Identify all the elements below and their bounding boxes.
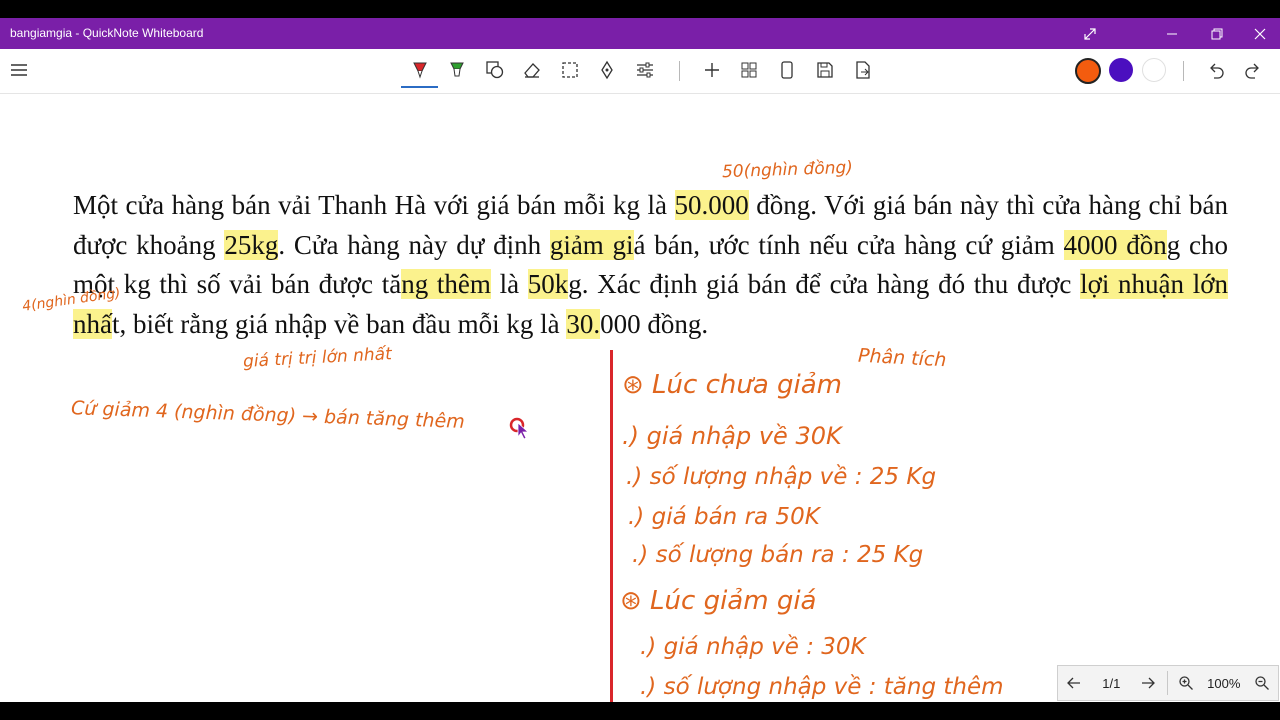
problem-text-segment: á bán, ước tính nếu cửa hàng cứ giảm xyxy=(633,229,1064,260)
hamburger-menu-icon[interactable] xyxy=(4,55,34,85)
handwritten-note: giá trị trị lớn nhất xyxy=(242,344,393,372)
handwritten-note: Cứ giảm 4 (nghìn đồng) → bán tăng thêm xyxy=(70,397,466,433)
active-tool-indicator xyxy=(401,86,438,88)
settings-sliders-icon[interactable] xyxy=(630,55,660,85)
problem-text-segment: 000 đồng. xyxy=(600,308,709,339)
highlighted-text: giảm gi xyxy=(549,229,634,260)
handwritten-note: .) số lượng bán ra : 25 Kg xyxy=(632,542,924,568)
handwritten-note: Phân tích xyxy=(857,344,947,372)
restore-button[interactable] xyxy=(1195,18,1239,49)
title-bar: bangiamgia - QuickNote Whiteboard xyxy=(0,18,1280,49)
arrow-left-icon xyxy=(1067,677,1081,689)
toolbar-divider xyxy=(679,61,680,81)
zoom-in-button[interactable] xyxy=(1170,666,1203,700)
previous-page-button[interactable] xyxy=(1058,666,1091,700)
red-divider-line xyxy=(610,350,613,702)
highlighter-icon[interactable] xyxy=(442,55,472,85)
toolbar-divider xyxy=(1183,61,1184,81)
shapes-icon[interactable] xyxy=(480,55,510,85)
redo-icon[interactable] xyxy=(1238,55,1268,85)
add-icon[interactable] xyxy=(697,55,727,85)
handwritten-note: ⊛ Lúc chưa giảm xyxy=(622,370,843,400)
highlighted-text: 50k xyxy=(527,269,569,299)
grid-icon[interactable] xyxy=(734,55,764,85)
zoom-level: 100% xyxy=(1207,675,1241,691)
lasso-select-icon[interactable] xyxy=(555,55,585,85)
handwritten-note: .) số lượng nhập về : 25 Kg xyxy=(626,464,937,490)
expand-icon[interactable] xyxy=(1068,18,1112,49)
zoom-out-button[interactable] xyxy=(1245,666,1278,700)
page-indicator: 1/1 xyxy=(1102,675,1121,691)
problem-text-segment: Một cửa hàng bán vải Thanh Hà với giá bá… xyxy=(73,190,675,220)
color-swatch-orange[interactable] xyxy=(1075,58,1101,84)
undo-icon[interactable] xyxy=(1201,55,1231,85)
handwritten-note: .) giá nhập về : 30K xyxy=(640,634,866,660)
problem-text-segment: . Cửa hàng này dự định xyxy=(278,229,550,260)
nav-divider xyxy=(1166,671,1168,695)
next-page-button[interactable] xyxy=(1132,666,1165,700)
problem-text-segment: g. Xác định giá bán để cửa hàng đó thu đ… xyxy=(568,269,1081,299)
handwritten-note: ⊛ Lúc giảm giá xyxy=(620,586,817,616)
highlighted-text: 25kg xyxy=(224,229,279,260)
zoom-in-icon xyxy=(1179,676,1193,690)
page-navigator: 1/1 100% xyxy=(1057,665,1279,701)
problem-text-segment: t, biết rằng giá nhập về ban đầu mỗi kg … xyxy=(111,308,567,339)
handwritten-note: 50(nghìn đồng) xyxy=(721,157,854,183)
handwritten-note: .) giá nhập về 30K xyxy=(622,422,842,450)
letterbox-top xyxy=(0,0,1280,18)
color-swatch-white[interactable] xyxy=(1142,58,1166,82)
whiteboard-canvas[interactable]: Một cửa hàng bán vải Thanh Hà với giá bá… xyxy=(0,94,1280,702)
export-icon[interactable] xyxy=(848,55,878,85)
arrow-right-icon xyxy=(1142,677,1156,689)
highlighted-text: 30. xyxy=(566,308,601,339)
problem-text-segment: là xyxy=(490,269,528,299)
highlighted-text: 50.000 xyxy=(674,190,749,220)
close-button[interactable] xyxy=(1238,18,1280,49)
problem-text: Một cửa hàng bán vải Thanh Hà với giá bá… xyxy=(73,186,1228,344)
page-icon[interactable] xyxy=(772,55,802,85)
save-icon[interactable] xyxy=(810,55,840,85)
zoom-out-icon xyxy=(1254,676,1269,690)
minimize-button[interactable] xyxy=(1150,18,1194,49)
highlighted-text: 4000 đồn xyxy=(1063,229,1167,260)
handwritten-note: .) số lượng nhập về : tăng thêm xyxy=(640,674,1004,700)
highlighted-text: ng thêm xyxy=(401,269,491,299)
pen-icon[interactable] xyxy=(405,55,435,85)
color-swatch-purple[interactable] xyxy=(1109,58,1133,82)
handwritten-note: .) giá bán ra 50K xyxy=(628,504,820,530)
pan-icon[interactable] xyxy=(592,55,622,85)
cursor-icon xyxy=(509,417,530,440)
eraser-icon[interactable] xyxy=(517,55,547,85)
window-title: bangiamgia - QuickNote Whiteboard xyxy=(10,26,204,40)
letterbox-bottom xyxy=(0,702,1280,720)
toolbar xyxy=(0,49,1280,94)
